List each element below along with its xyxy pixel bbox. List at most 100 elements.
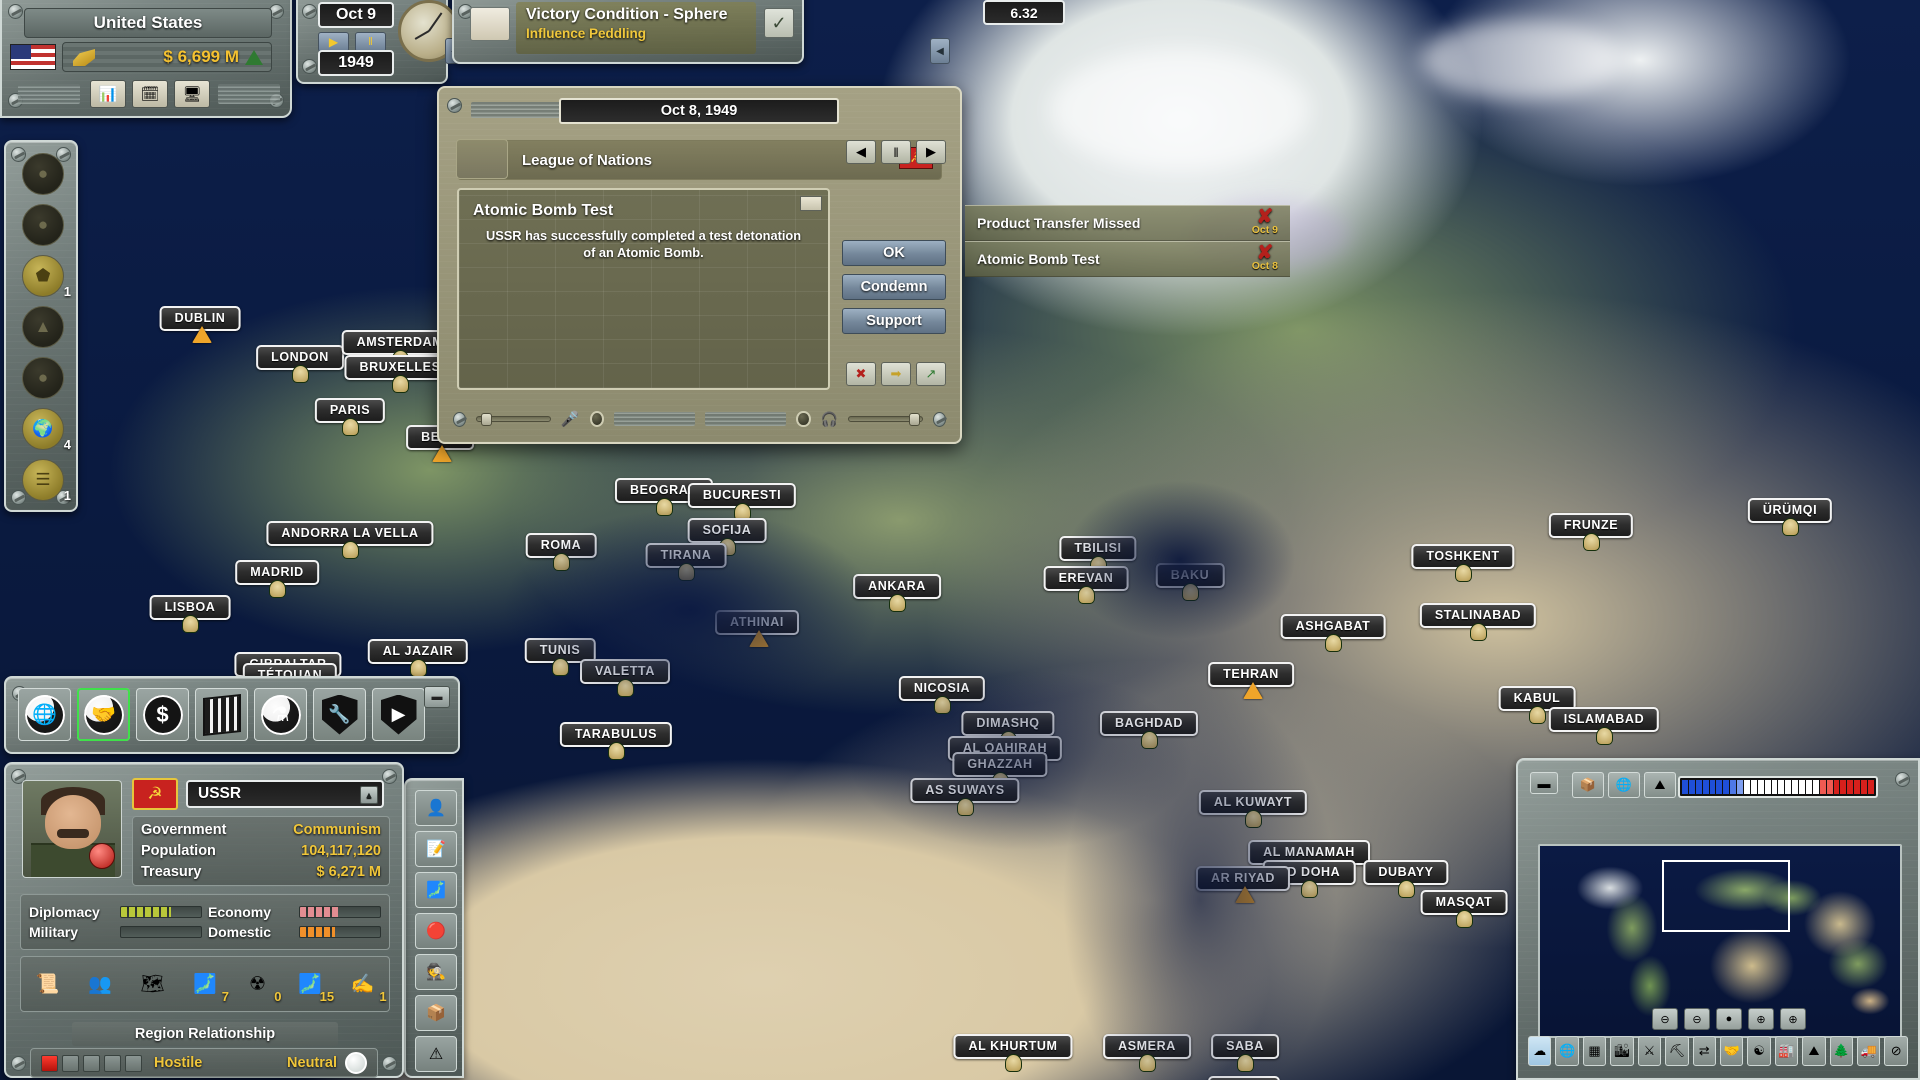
city-marker-icon [1398, 880, 1415, 898]
research-button[interactable]: ⚗ [254, 688, 307, 741]
map-mode-none[interactable]: ⊘ [1884, 1036, 1908, 1066]
pause-message-icon[interactable]: ‖ [881, 140, 911, 164]
map-mode-influence[interactable]: ☯ [1747, 1036, 1771, 1066]
trade-button[interactable]: 📦 [415, 995, 457, 1031]
play-button[interactable]: ▶ [318, 32, 349, 52]
city-label-text: AL MANAMAH [1263, 845, 1355, 859]
gauge-segment [1688, 780, 1695, 794]
territory-claim-icon[interactable]: 🗾 7 [185, 966, 229, 1004]
treaty-sign-icon[interactable]: ✍ 1 [343, 966, 387, 1004]
condemn-button[interactable]: Condemn [842, 274, 946, 300]
leader-portrait[interactable] [22, 780, 122, 878]
volume-slider-right[interactable] [848, 413, 923, 426]
rank-cell-globe[interactable]: 🌍 4 [18, 407, 71, 452]
map-mode-industry[interactable]: 🏭 [1774, 1036, 1799, 1066]
relationship-pip [41, 1054, 58, 1072]
map-mode-trade[interactable]: ⇄ [1692, 1036, 1716, 1066]
forward-message-icon[interactable]: ➡ [881, 362, 911, 386]
globe-icon[interactable] [345, 1052, 367, 1074]
map-mode-weather[interactable]: ☁ [1528, 1036, 1552, 1066]
map-mode-terrain[interactable]: ⛰ [1802, 1036, 1826, 1066]
world-map-button[interactable]: 🌐 [18, 688, 71, 741]
expand-message-icon[interactable]: ↗ [916, 362, 946, 386]
play-turn-button[interactable]: ▶ [372, 688, 425, 741]
zoom-in-icon[interactable]: ⊕ [1748, 1008, 1774, 1030]
map-mode-alliance[interactable]: 🤝 [1719, 1036, 1744, 1066]
rank-cell-shield[interactable]: ⬟ 1 [18, 254, 71, 299]
rank-cell-2[interactable]: ● [18, 203, 68, 247]
delete-message-icon[interactable]: ✖ [846, 362, 876, 386]
next-message-icon[interactable]: ▶ [916, 140, 946, 164]
map-mode-units[interactable]: ⚔ [1637, 1036, 1662, 1066]
hud-value-readout: 6.32 [983, 0, 1065, 25]
victory-condition-title: Victory Condition - Sphere [526, 6, 728, 23]
nuclear-icon[interactable]: ☢ 0 [238, 966, 282, 1005]
zoom-out-far-icon[interactable]: ⊖ [1652, 1008, 1678, 1030]
nation-selector-up-icon[interactable]: ▲ [360, 786, 378, 804]
rank-cell-news[interactable]: ☰ 1 [18, 458, 71, 503]
city-marker-icon [292, 365, 309, 383]
city-label-text: AR RIYAD [1210, 871, 1276, 885]
red-x-icon[interactable]: ✘ [1256, 207, 1273, 227]
city-marker-icon [1782, 518, 1799, 536]
leader-button[interactable]: 👤 [415, 790, 457, 826]
calendar-button[interactable]: 🗓 [132, 80, 168, 108]
viewport-rect[interactable] [1662, 860, 1790, 932]
zoom-in-far-icon[interactable]: ⊕ [1780, 1008, 1806, 1030]
pause-button[interactable]: ‖ [355, 32, 386, 52]
map-mode-political[interactable]: 🌐 [1555, 1036, 1579, 1066]
dialog-message-text: USSR has successfully completed a test d… [485, 228, 802, 261]
finance-button[interactable]: $ [136, 688, 189, 741]
city-label[interactable]: 'ADAN [1207, 1076, 1281, 1080]
minimap-collapse-icon[interactable]: ▬ [1530, 772, 1558, 794]
minimap-terrain-icon[interactable]: ⛰ [1644, 772, 1676, 798]
graphs-button[interactable]: 📊 [90, 80, 126, 108]
city-label-text: SABA [1226, 1039, 1264, 1053]
ticker-row[interactable]: Atomic Bomb Test ✘ Oct 8 [965, 241, 1290, 277]
region-button[interactable]: 🗾 [415, 872, 457, 908]
minimap-units-icon[interactable]: 📦 [1572, 772, 1604, 798]
rank-cell-4[interactable]: ▲ [18, 305, 68, 349]
zoom-reset-icon[interactable]: ● [1716, 1008, 1742, 1030]
world-report-icon[interactable]: 🗺 [132, 966, 172, 1002]
alliance-button[interactable]: 🔴 [415, 913, 457, 949]
production-button[interactable] [195, 688, 248, 741]
spy-button[interactable]: 🕵 [415, 954, 457, 990]
map-mode-forest[interactable]: 🌲 [1829, 1036, 1854, 1066]
rank-cell-1[interactable]: ● [18, 152, 68, 196]
treaty-icon[interactable]: 📜 [27, 966, 67, 1002]
population-report-icon[interactable]: 👥 [80, 966, 120, 1002]
map-mode-supply[interactable]: 🚚 [1857, 1036, 1881, 1066]
red-x-icon[interactable]: ✘ [1256, 243, 1273, 263]
ticker-row[interactable]: Product Transfer Missed ✘ Oct 9 [965, 205, 1290, 241]
rank-cell-5[interactable]: ● [18, 356, 68, 400]
envelope-icon[interactable] [800, 196, 822, 211]
minimize-icon[interactable]: ▬ [424, 686, 450, 708]
gauge-segment [1806, 780, 1812, 794]
map-mode-grid[interactable]: ▦ [1582, 1036, 1607, 1066]
world-treaty-button[interactable]: 📝 [415, 831, 457, 867]
nation-name[interactable]: USSR ▲ [186, 780, 384, 808]
computer-settings-button[interactable]: 🖥 [174, 80, 210, 108]
collapse-right-button[interactable]: ◀ [930, 38, 950, 64]
minimap-globe-icon[interactable]: 🌐 [1608, 772, 1640, 798]
event-dialog[interactable]: Oct 8, 1949 League of Nations ☭ Atomic B… [437, 86, 962, 444]
map-mode-resources[interactable]: ⛏ [1665, 1036, 1689, 1066]
military-build-button[interactable]: 🔧 [313, 688, 366, 741]
city-marker-icon [1245, 810, 1262, 828]
speaker-icon[interactable] [796, 411, 811, 427]
world-minimap[interactable]: ⊖ ⊖ ● ⊕ ⊕ [1538, 844, 1902, 1038]
diplomacy-button[interactable]: 🤝 [77, 688, 130, 741]
map-mode-cities[interactable]: 🏙 [1610, 1036, 1634, 1066]
zoom-out-icon[interactable]: ⊖ [1684, 1008, 1710, 1030]
hazard-button[interactable]: ⚠ [415, 1036, 457, 1072]
speaker-icon[interactable] [589, 411, 604, 427]
victory-check-button[interactable]: ✓ [764, 8, 794, 38]
region-influence-icon[interactable]: 🗾 15 [290, 966, 334, 1004]
nation-stat-key: Population [141, 843, 216, 859]
previous-message-icon[interactable]: ◀ [846, 140, 876, 164]
volume-slider-left[interactable] [476, 413, 551, 426]
city-label-text: FRUNZE [1563, 518, 1619, 532]
support-button[interactable]: Support [842, 308, 946, 334]
ok-button[interactable]: OK [842, 240, 946, 266]
